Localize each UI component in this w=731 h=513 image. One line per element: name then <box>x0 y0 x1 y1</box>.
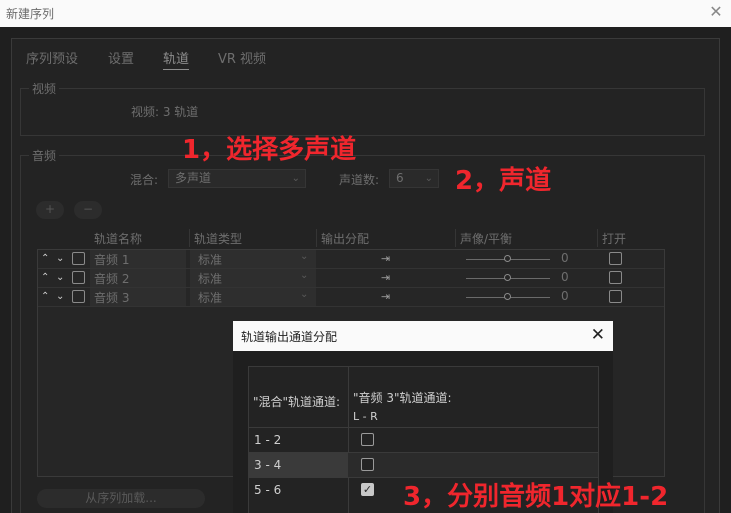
track-name[interactable]: 音频 3 <box>94 289 129 306</box>
tab-sequence-presets[interactable]: 序列预设 <box>26 48 78 67</box>
track-name[interactable]: 音频 1 <box>94 251 129 268</box>
channel-pair-label: 1 - 2 <box>254 433 282 447</box>
channel-row: 3 - 4 <box>249 452 598 477</box>
tab-settings[interactable]: 设置 <box>108 48 134 67</box>
open-checkbox[interactable] <box>609 271 622 284</box>
move-down-icon[interactable]: ⌄ <box>56 290 68 304</box>
track-channels-header: "音频 3"轨道通道: <box>353 391 452 405</box>
track-type[interactable]: 标准 <box>198 270 222 287</box>
open-checkbox[interactable] <box>609 252 622 265</box>
move-down-icon[interactable]: ⌄ <box>56 271 68 285</box>
move-up-icon[interactable]: ⌃ <box>41 290 53 304</box>
channels-label: 声道数: <box>339 173 380 187</box>
track-select-checkbox[interactable] <box>72 252 85 265</box>
mix-channels-header: "混合"轨道通道: <box>253 395 341 409</box>
window-title-bar: 新建序列 ✕ <box>0 0 731 27</box>
track-select-checkbox[interactable] <box>72 290 85 303</box>
mix-value: 多声道 <box>175 171 212 185</box>
annotation-step2: 2，声道 <box>455 166 552 196</box>
close-icon[interactable]: ✕ <box>707 3 725 21</box>
open-checkbox[interactable] <box>609 290 622 303</box>
dialog-title-bar: 轨道输出通道分配 ✕ <box>233 321 613 351</box>
tab-vr-video[interactable]: VR 视频 <box>218 48 266 67</box>
chevron-down-icon: ⌄ <box>300 270 309 281</box>
mix-dropdown[interactable]: 多声道 ⌄ <box>168 169 306 188</box>
channels-dropdown[interactable]: 6 ⌄ <box>389 169 439 188</box>
track-type[interactable]: 标准 <box>198 289 222 306</box>
pan-value: 0 <box>561 289 569 303</box>
annotation-step3: 3，分别音频1对应1-2 <box>403 482 669 512</box>
col-track-name: 轨道名称 <box>94 232 143 246</box>
mix-label: 混合: <box>130 173 159 187</box>
move-down-icon[interactable]: ⌄ <box>56 252 68 266</box>
chevron-down-icon: ⌄ <box>424 173 433 184</box>
channel-checkbox[interactable] <box>361 458 374 471</box>
table-row[interactable]: ⌃ ⌄ 音频 3 标准 ⌄ ⇥ 0 <box>38 288 664 307</box>
table-header: 轨道名称 轨道类型 输出分配 声像/平衡 打开 <box>37 229 665 247</box>
table-row[interactable]: ⌃ ⌄ 音频 2 标准 ⌄ ⇥ 0 <box>38 269 664 288</box>
dialog-title: 轨道输出通道分配 <box>241 330 338 344</box>
channel-checkbox[interactable] <box>361 433 374 446</box>
col-output-assignment: 输出分配 <box>321 232 370 246</box>
video-tracks-text: 视频: 3 轨道 <box>131 105 199 119</box>
move-up-icon[interactable]: ⌃ <box>41 271 53 285</box>
track-channels-sub: L - R <box>353 410 378 423</box>
output-routing-icon[interactable]: ⇥ <box>381 252 390 265</box>
add-track-button[interactable]: + <box>36 201 64 219</box>
move-up-icon[interactable]: ⌃ <box>41 252 53 266</box>
column-divider <box>189 229 190 247</box>
chevron-down-icon: ⌄ <box>291 173 300 184</box>
channel-row: 1 - 2 <box>249 427 598 452</box>
col-track-type: 轨道类型 <box>194 232 243 246</box>
col-open: 打开 <box>602 232 627 246</box>
channel-pair-label: 5 - 6 <box>254 483 282 497</box>
load-from-sequence-button[interactable]: 从序列加载... <box>37 489 205 508</box>
channel-checkbox-checked[interactable]: ✓ <box>361 483 374 496</box>
track-name[interactable]: 音频 2 <box>94 270 129 287</box>
output-routing-icon[interactable]: ⇥ <box>381 271 390 284</box>
col-pan-balance: 声像/平衡 <box>460 232 513 246</box>
channels-value: 6 <box>396 171 404 185</box>
column-divider <box>455 229 456 247</box>
video-group-label: 视频 <box>29 80 60 97</box>
output-routing-icon[interactable]: ⇥ <box>381 290 390 303</box>
video-group: 视频 视频: 3 轨道 <box>20 80 705 136</box>
audio-group-label: 音频 <box>29 147 60 164</box>
column-divider <box>316 229 317 247</box>
column-divider <box>597 229 598 247</box>
pan-value: 0 <box>561 270 569 284</box>
pan-slider-knob[interactable] <box>504 255 511 262</box>
window-title: 新建序列 <box>6 7 55 21</box>
chevron-down-icon: ⌄ <box>300 251 309 262</box>
pan-value: 0 <box>561 251 569 265</box>
pan-slider-knob[interactable] <box>504 293 511 300</box>
pan-slider-knob[interactable] <box>504 274 511 281</box>
close-icon[interactable]: ✕ <box>591 325 605 345</box>
remove-track-button[interactable]: − <box>74 201 102 219</box>
channel-pair-label: 3 - 4 <box>254 458 282 472</box>
table-row[interactable]: ⌃ ⌄ 音频 1 标准 ⌄ ⇥ 0 <box>38 250 664 269</box>
track-select-checkbox[interactable] <box>72 271 85 284</box>
chevron-down-icon: ⌄ <box>300 289 309 300</box>
track-type[interactable]: 标准 <box>198 251 222 268</box>
tab-tracks[interactable]: 轨道 <box>163 48 190 70</box>
annotation-step1: 1，选择多声道 <box>182 135 357 165</box>
